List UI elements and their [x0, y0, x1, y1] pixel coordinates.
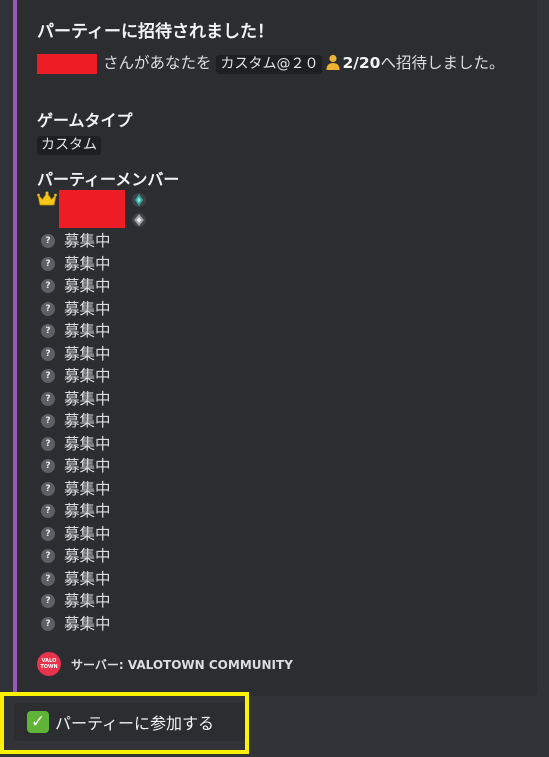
- open-slot-row: ? 募集中: [37, 388, 437, 411]
- question-icon: ?: [41, 324, 55, 339]
- members-field-name: パーティーメンバー: [37, 170, 180, 189]
- open-slot-label: 募集中: [64, 277, 111, 295]
- question-icon: ?: [41, 571, 55, 586]
- open-slot-row: ? 募集中: [37, 523, 437, 546]
- member-count: 2/20: [342, 54, 381, 72]
- description-text-before: さんがあなたを: [103, 54, 212, 72]
- rank-icon: [131, 192, 147, 208]
- open-slot-label: 募集中: [64, 524, 111, 543]
- open-slot-row: ? 募集中: [37, 433, 437, 456]
- question-icon: ?: [41, 301, 55, 316]
- open-slot-label: 募集中: [64, 592, 111, 610]
- question-icon: ?: [41, 616, 55, 631]
- question-icon: ?: [41, 391, 55, 406]
- join-party-label: パーティーに参加する: [55, 714, 215, 733]
- party-name-code: カスタム@２０: [216, 55, 323, 74]
- open-slot-label: 募集中: [64, 367, 111, 385]
- open-slot-label: 募集中: [64, 412, 111, 430]
- open-slot-row: ? 募集中: [37, 590, 437, 613]
- open-slot-label: 募集中: [64, 434, 111, 453]
- question-icon: ?: [41, 594, 55, 609]
- open-slot-row: ? 募集中: [37, 320, 437, 343]
- open-slot-label: 募集中: [64, 569, 111, 588]
- game-type-field-value: カスタム: [37, 134, 101, 155]
- question-icon: ?: [41, 436, 55, 451]
- open-slot-row: ? 募集中: [37, 298, 437, 321]
- member-row-leader: [37, 189, 437, 228]
- open-slot-label: 募集中: [64, 322, 111, 340]
- question-icon: ?: [41, 346, 55, 361]
- server-logo-text-bottom: TOWN: [40, 664, 58, 670]
- open-slot-row: ? 募集中: [37, 365, 437, 388]
- question-icon: ?: [41, 256, 55, 271]
- open-slot-list: ? 募集中? 募集中? 募集中? 募集中? 募集中? 募集中? 募集中? 募集中? 募集中? 募集中…: [37, 230, 437, 635]
- open-slot-row: ? 募集中: [37, 478, 437, 501]
- open-slot-row: ? 募集中: [37, 545, 437, 568]
- open-slot-label: 募集中: [64, 232, 111, 250]
- join-party-button[interactable]: ✓ パーティーに参加する: [14, 703, 245, 741]
- question-icon: ?: [41, 369, 55, 384]
- open-slot-label: 募集中: [64, 502, 111, 520]
- open-slot-label: 募集中: [64, 479, 111, 498]
- person-icon: [326, 53, 340, 70]
- question-icon: ?: [41, 234, 55, 249]
- open-slot-label: 募集中: [64, 547, 111, 565]
- open-slot-label: 募集中: [64, 299, 111, 318]
- member-list: ? 募集中? 募集中? 募集中? 募集中? 募集中? 募集中? 募集中? 募集中? 募集中? 募集中…: [37, 189, 437, 635]
- redacted-inviter-name: [37, 53, 97, 74]
- rank-icon: [131, 212, 147, 228]
- open-slot-row: ? 募集中: [37, 253, 437, 276]
- open-slot-label: 募集中: [64, 614, 111, 633]
- question-icon: ?: [41, 526, 55, 541]
- question-icon: ?: [41, 414, 55, 429]
- game-type-code: カスタム: [37, 136, 101, 155]
- open-slot-label: 募集中: [64, 344, 111, 363]
- open-slot-row: ? 募集中: [37, 455, 437, 478]
- open-slot-label: 募集中: [64, 457, 111, 475]
- open-slot-row: ? 募集中: [37, 343, 437, 366]
- embed-footer: VALO TOWN サーバー: VALOTOWN COMMUNITY: [37, 652, 293, 676]
- server-logo: VALO TOWN: [37, 652, 61, 676]
- party-invite-embed: パーティーに招待されました！ さんがあなたを カスタム@２０ 2/20へ招待しまし…: [13, 0, 537, 696]
- question-icon: ?: [41, 481, 55, 496]
- open-slot-row: ? 募集中: [37, 410, 437, 433]
- open-slot-row: ? 募集中: [37, 500, 437, 523]
- game-type-field-name: ゲームタイプ: [37, 111, 133, 130]
- question-icon: ?: [41, 504, 55, 519]
- question-icon: ?: [41, 279, 55, 294]
- question-icon: ?: [41, 549, 55, 564]
- open-slot-row: ? 募集中: [37, 613, 437, 636]
- open-slot-row: ? 募集中: [37, 275, 437, 298]
- footer-text: サーバー: VALOTOWN COMMUNITY: [71, 657, 293, 672]
- embed-description: さんがあなたを カスタム@２０ 2/20へ招待しました。: [37, 51, 517, 76]
- crown-icon: [37, 191, 57, 211]
- description-text-after: へ招待しました。: [380, 54, 505, 72]
- open-slot-label: 募集中: [64, 389, 111, 408]
- open-slot-label: 募集中: [64, 254, 111, 273]
- embed-title: パーティーに招待されました！: [37, 22, 274, 42]
- check-icon: ✓: [27, 711, 49, 733]
- open-slot-row: ? 募集中: [37, 568, 437, 591]
- question-icon: ?: [41, 459, 55, 474]
- member-row-second: [37, 210, 437, 230]
- open-slot-row: ? 募集中: [37, 230, 437, 253]
